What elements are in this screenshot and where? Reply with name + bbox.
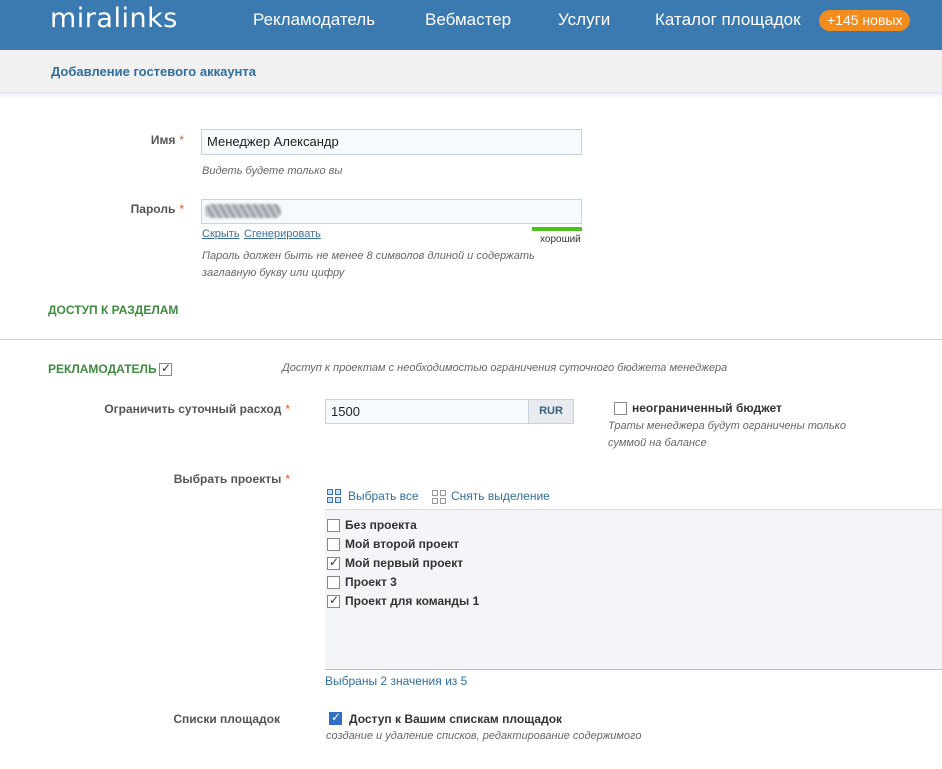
deselect-link[interactable]: Снять выделение [451,489,550,503]
nav-catalog[interactable]: Каталог площадок [655,10,801,30]
project-item[interactable]: Мой первый проект [327,555,464,571]
password-input[interactable] [201,199,582,224]
projects-label: Выбрать проекты * [173,472,290,486]
access-section-title: ДОСТУП К РАЗДЕЛАМ [48,303,179,317]
projects-selected-summary: Выбраны 2 значения из 5 [325,674,468,688]
name-input[interactable]: Менеджер Александр [201,129,582,155]
project-checkbox[interactable] [327,555,340,571]
project-name: Мой первый проект [345,556,464,570]
password-label: Пароль * [130,202,184,216]
project-item[interactable]: Проект для команды 1 [327,593,480,609]
currency-addon: RUR [528,399,574,424]
new-sites-badge[interactable]: +145 новых [819,10,911,31]
nav-services[interactable]: Услуги [558,10,610,30]
project-item[interactable]: Без проекта [327,518,417,533]
deselect-icon[interactable] [432,490,446,504]
select-all-icon[interactable] [327,489,341,503]
name-hint: Видеть будете только вы [202,165,343,177]
miralinks-logo[interactable]: miralinks [50,3,178,34]
site-lists-option-label[interactable]: Доступ к Вашим спискам площадок [349,712,562,726]
select-all-link[interactable]: Выбрать все [348,489,419,503]
section-divider [0,339,942,340]
project-item[interactable]: Проект 3 [327,575,397,590]
unlimited-budget-label[interactable]: неограниченный бюджет [632,401,782,415]
project-name: Проект для команды 1 [345,594,480,608]
nav-advertiser[interactable]: Рекламодатель [253,10,375,30]
projects-list-box [325,509,942,670]
password-strength-label: хороший [540,234,581,245]
header-shadow [0,93,942,98]
page-title: Добавление гостевого аккаунта [51,64,256,79]
advertiser-section-label: РЕКЛАМОДАТЕЛЬ [48,362,157,376]
project-checkbox[interactable] [327,519,340,533]
project-item[interactable]: Мой второй проект [327,537,460,552]
unlimited-budget-checkbox[interactable] [614,402,627,415]
nav-webmaster[interactable]: Вебмастер [425,10,511,30]
advertiser-checkbox[interactable] [159,361,172,376]
project-checkbox[interactable] [327,593,340,609]
generate-password-link[interactable]: Сгенерировать [244,228,321,240]
password-strength-fill [532,227,582,231]
site-lists-label: Списки площадок [173,712,280,726]
password-strength-bar [532,227,582,231]
password-hint: Пароль должен быть не менее 8 символов д… [202,250,535,279]
hide-password-link[interactable]: Скрыть [202,228,240,240]
daily-limit-input[interactable]: 1500 [325,399,529,424]
project-checkbox[interactable] [327,576,340,590]
site-lists-hint: создание и удаление списков, редактирова… [326,730,642,742]
name-label: Имя * [150,133,184,147]
masked-password [205,204,281,218]
project-name: Без проекта [345,518,417,532]
daily-limit-hint: Траты менеджера будут ограничены только … [608,420,846,449]
advertiser-description: Доступ к проектам с необходимостью огран… [282,362,728,374]
project-checkbox[interactable] [327,538,340,552]
project-name: Проект 3 [345,575,397,589]
project-name: Мой второй проект [345,537,460,551]
daily-limit-label: Ограничить суточный расход * [104,402,290,416]
site-lists-checkbox[interactable] [329,710,342,725]
